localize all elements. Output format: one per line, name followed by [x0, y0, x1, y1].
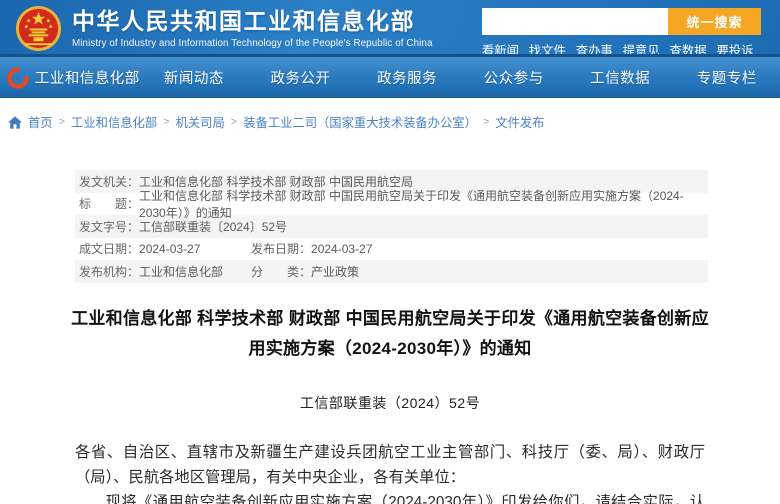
breadcrumb-separator: > — [58, 116, 66, 128]
meta-value: 2024-03-27 — [139, 241, 201, 256]
quick-link-suggestions[interactable]: 提意见 — [623, 41, 660, 59]
unified-search-input[interactable] — [482, 8, 668, 35]
quick-link-news[interactable]: 看新闻 — [482, 41, 519, 59]
quick-link-complaints[interactable]: 要投诉 — [717, 41, 754, 59]
breadcrumb-item-departments[interactable]: 机关司局 — [176, 113, 225, 131]
nav-item-participation[interactable]: 公众参与 — [460, 67, 567, 88]
breadcrumb-home-link[interactable] — [8, 115, 22, 129]
nav-item-gov-info[interactable]: 政务公开 — [247, 67, 354, 88]
document-paragraph-body: 现将《通用航空装备创新应用实施方案（2024-2030年）》印发给你们，请结合实… — [105, 493, 705, 504]
national-emblem-icon — [15, 5, 62, 52]
nav-item-data[interactable]: 工信数据 — [567, 67, 674, 88]
nav-item-gov-services[interactable]: 政务服务 — [354, 67, 461, 88]
main-nav: 工业和信息化部 新闻动态 政务公开 政务服务 公众参与 工信数据 专题专栏 — [0, 57, 780, 98]
document-meta-table: 发文机关： 工业和信息化部 科学技术部 财政部 中国民用航空局 标 题： 工业和… — [75, 170, 708, 283]
meta-label: 分 类： — [251, 264, 312, 279]
breadcrumb-separator: > — [482, 116, 490, 128]
document-paragraph-recipients: 各省、自治区、直辖市及新疆生产建设兵团航空工业主管部门、科技厅（委、局）、财政厅… — [75, 443, 705, 486]
home-icon — [8, 115, 22, 129]
breadcrumb-item-current: 文件发布 — [495, 116, 545, 130]
breadcrumb-item-equipment-dept[interactable]: 装备工业二司（国家重大技术装备办公室） — [243, 113, 477, 131]
meta-value: 产业政策 — [311, 264, 360, 279]
document-number: 工信部联重装（2024）52号 — [299, 394, 481, 411]
nav-item-miit[interactable]: 工业和信息化部 — [34, 67, 141, 88]
meta-label: 标 题： — [79, 197, 140, 212]
breadcrumb-item-home[interactable]: 首页 — [28, 113, 53, 131]
site-subtitle: Ministry of Industry and Information Tec… — [72, 37, 433, 49]
nav-item-news[interactable]: 新闻动态 — [141, 67, 248, 88]
meta-row-title: 标 题： 工业和信息化部 科学技术部 财政部 中国民用航空局关于印发《通用航空装… — [75, 189, 708, 220]
meta-row-publisher: 发布机构： 工业和信息化部 分 类： 产业政策 — [75, 260, 708, 283]
meta-label: 发布机构： — [79, 264, 140, 279]
site-banner: 中华人民共和国工业和信息化部 Ministry of Industry and … — [0, 0, 780, 59]
unified-search-button[interactable]: 统一搜索 — [668, 8, 761, 35]
breadcrumb: 首页 > 工业和信息化部 > 机关司局 > 装备工业二司（国家重大技术装备办公室… — [0, 98, 780, 131]
breadcrumb-separator: > — [230, 116, 238, 128]
quick-link-services[interactable]: 查办事 — [576, 41, 613, 59]
nav-item-topics[interactable]: 专题专栏 — [673, 67, 780, 88]
meta-label: 发文字号： — [79, 219, 140, 234]
banner-tools: 统一搜索 看新闻 找文件 查办事 提意见 查数据 要投诉 — [482, 0, 774, 59]
meta-value: 工业和信息化部 — [139, 264, 224, 279]
meta-label: 发布日期： — [251, 242, 312, 257]
banner-branding: 中华人民共和国工业和信息化部 Ministry of Industry and … — [0, 5, 433, 52]
meta-row-dates: 成文日期： 2024-03-27 发布日期： 2024-03-27 — [75, 238, 708, 261]
document-title: 工业和信息化部 科学技术部 财政部 中国民用航空局关于印发《通用航空装备创新应用… — [71, 308, 709, 358]
meta-value: 2024-03-27 — [311, 241, 373, 256]
meta-value: 工业和信息化部 科学技术部 财政部 中国民用航空局关于印发《通用航空装备创新应用… — [139, 188, 684, 220]
meta-label: 发文机关： — [79, 174, 140, 189]
meta-label: 成文日期： — [79, 242, 140, 257]
miit-logo-icon — [7, 66, 29, 89]
quick-link-data[interactable]: 查数据 — [670, 41, 707, 59]
meta-value: 工信部联重装〔2024〕52号 — [139, 219, 288, 234]
quick-link-files[interactable]: 找文件 — [529, 41, 566, 59]
content-area: 首页 > 工业和信息化部 > 机关司局 > 装备工业二司（国家重大技术装备办公室… — [0, 98, 780, 504]
breadcrumb-item-miit[interactable]: 工业和信息化部 — [71, 113, 157, 131]
quick-links: 看新闻 找文件 查办事 提意见 查数据 要投诉 — [482, 41, 774, 59]
site-title: 中华人民共和国工业和信息化部 — [72, 8, 415, 35]
breadcrumb-separator: > — [163, 116, 170, 128]
